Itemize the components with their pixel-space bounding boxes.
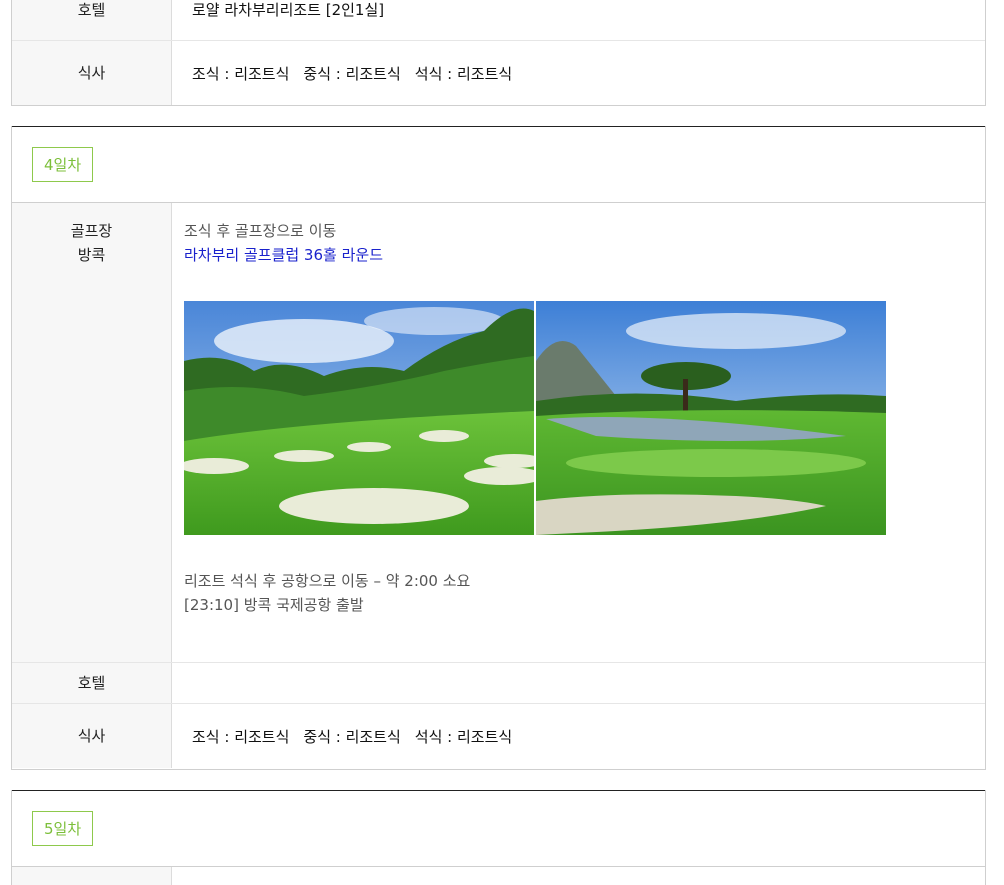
day5-section: 5일차	[11, 790, 986, 885]
day5-label-cell	[12, 867, 172, 885]
day3-meal-value: 조식 : 리조트식 중식 : 리조트식 석식 : 리조트식	[172, 41, 985, 105]
day3-hotel-value: 로얄 라차부리리조트 [2인1실]	[192, 1, 385, 19]
day4-hotel-row: 호텔	[12, 663, 985, 704]
day4-meal-label: 식사	[12, 704, 172, 768]
day4-hotel-label: 호텔	[12, 663, 172, 703]
day5-header: 5일차	[12, 790, 985, 867]
lunch-info: 중식 : 리조트식	[303, 727, 401, 746]
golf-course-lake-photo	[536, 301, 886, 535]
day4-schedule-bottom: 리조트 석식 후 공항으로 이동 – 약 2:00 소요 [23:10] 방콕 …	[184, 569, 470, 617]
day4-schedule-line4: [23:10] 방콕 국제공항 출발	[184, 596, 364, 614]
day4-meal-value: 조식 : 리조트식 중식 : 리조트식 석식 : 리조트식	[172, 704, 985, 768]
day4-place-label-golf: 골프장	[70, 222, 113, 240]
day4-place-label-bangkok: 방콕	[77, 246, 106, 264]
day4-badge: 4일차	[32, 147, 94, 182]
day4-header: 4일차	[12, 126, 985, 203]
day4-schedule-body: 조식 후 골프장으로 이동 라차부리 골프클럽 36홀 라운드 리조트 석식 후…	[172, 203, 985, 662]
lunch-info: 중식 : 리조트식	[303, 64, 401, 83]
breakfast-info: 조식 : 리조트식	[192, 727, 290, 746]
day4-schedule-row: 골프장 방콕 조식 후 골프장으로 이동 라차부리 골프클럽 36홀 라운드 리…	[12, 203, 985, 663]
dinner-info: 석식 : 리조트식	[414, 727, 513, 746]
day3-meal-row: 식사 조식 : 리조트식 중식 : 리조트식 석식 : 리조트식	[12, 41, 985, 105]
dinner-info: 석식 : 리조트식	[414, 64, 513, 83]
day4-schedule-line3: 리조트 석식 후 공항으로 이동 – 약 2:00 소요	[184, 572, 471, 590]
day5-value-cell	[172, 867, 985, 885]
day3-meal-label: 식사	[12, 41, 172, 105]
day3-hotel-row: 호텔 로얄 라차부리리조트 [2인1실]	[12, 0, 985, 41]
breakfast-info: 조식 : 리조트식	[192, 64, 290, 83]
day3-table: 호텔 로얄 라차부리리조트 [2인1실] 식사 조식 : 리조트식 중식 : 리…	[11, 0, 986, 106]
day4-place-label: 골프장 방콕	[12, 203, 172, 662]
day4-hotel-value	[172, 663, 985, 703]
day4-schedule-line1: 조식 후 골프장으로 이동	[184, 222, 337, 240]
day4-golf-round-link[interactable]: 라차부리 골프클럽 36홀 라운드	[184, 243, 985, 267]
day3-hotel-label: 호텔	[12, 0, 172, 40]
day4-section: 4일차 골프장 방콕 조식 후 골프장으로 이동 라차부리 골프클럽 36홀 라…	[11, 126, 986, 770]
day5-first-row	[12, 867, 985, 885]
day5-badge: 5일차	[32, 811, 94, 846]
golf-course-bunkers-photo	[184, 301, 534, 535]
day4-meal-row: 식사 조식 : 리조트식 중식 : 리조트식 석식 : 리조트식	[12, 704, 985, 768]
